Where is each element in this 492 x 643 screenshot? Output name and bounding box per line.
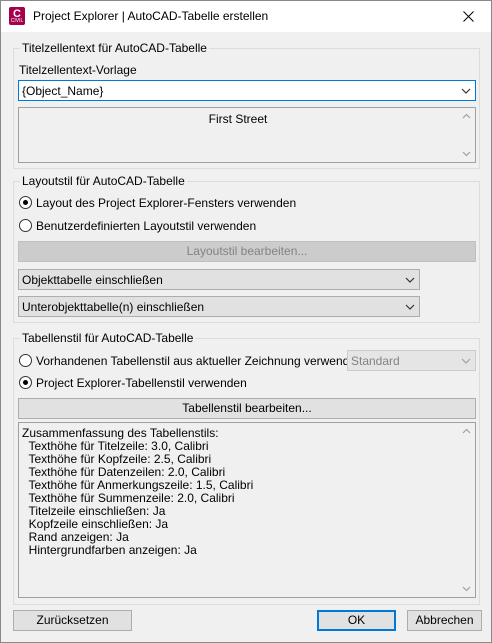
subobject-table-dropdown[interactable]: Unterobjekttabelle(n) einschließen xyxy=(18,296,420,317)
chevron-down-icon[interactable] xyxy=(405,275,415,285)
object-table-dropdown[interactable]: Objekttabelle einschließen xyxy=(18,269,420,290)
summary-line: Hintergrundfarben anzeigen: Ja xyxy=(22,543,197,557)
radio-project-explorer-layout[interactable] xyxy=(19,196,32,209)
title-preview-text: First Street xyxy=(208,112,268,126)
summary-line: Kopfzeile einschließen: Ja xyxy=(22,517,169,531)
ok-button[interactable]: OK xyxy=(317,610,396,631)
scroll-up-icon[interactable] xyxy=(462,427,471,436)
civil3d-app-icon: C CIVIL xyxy=(9,7,25,25)
radio-custom-layout-label[interactable]: Benutzerdefinierten Layoutstil verwenden xyxy=(36,219,256,233)
radio-existing-table-style[interactable] xyxy=(19,354,32,367)
template-label: Titelzellentext-Vorlage xyxy=(19,63,137,77)
summary-line: Zusammenfassung des Tabellenstils: xyxy=(22,426,219,440)
summary-line: Texthöhe für Anmerkungszeile: 1.5, Calib… xyxy=(22,478,254,492)
template-value: {Object_Name} xyxy=(22,84,104,98)
chevron-down-icon[interactable] xyxy=(461,86,471,96)
title-bar: C CIVIL Project Explorer | AutoCAD-Tabell… xyxy=(1,1,491,32)
chevron-down-icon[interactable] xyxy=(461,356,471,366)
scroll-up-icon[interactable] xyxy=(462,112,471,121)
chevron-down-icon[interactable] xyxy=(405,302,415,312)
close-icon xyxy=(462,11,474,23)
summary-line: Texthöhe für Kopfzeile: 2.5, Calibri xyxy=(22,452,212,466)
layout-style-legend: Layoutstil für AutoCAD-Tabelle xyxy=(20,174,187,188)
radio-existing-table-style-label[interactable]: Vorhandenen Tabellenstil aus aktueller Z… xyxy=(36,354,366,368)
dialog-window: C CIVIL Project Explorer | AutoCAD-Tabell… xyxy=(0,0,492,643)
scroll-down-icon[interactable] xyxy=(462,584,471,593)
template-combobox[interactable]: {Object_Name} xyxy=(18,80,476,101)
app-icon-subtext: CIVIL xyxy=(10,18,24,24)
object-table-value: Objekttabelle einschließen xyxy=(22,273,163,287)
edit-table-style-button[interactable]: Tabellenstil bearbeiten... xyxy=(18,398,476,419)
scroll-down-icon[interactable] xyxy=(462,149,471,158)
window-title: Project Explorer | AutoCAD-Tabelle erste… xyxy=(33,9,269,23)
existing-table-style-dropdown[interactable]: Standard xyxy=(347,350,476,371)
cancel-button[interactable]: Abbrechen xyxy=(407,610,482,631)
reset-button[interactable]: Zurücksetzen xyxy=(13,610,132,631)
radio-project-explorer-layout-label[interactable]: Layout des Project Explorer-Fensters ver… xyxy=(36,196,296,210)
summary-line: Titelzeile einschließen: Ja xyxy=(22,504,166,518)
title-cell-legend: Titelzellentext für AutoCAD-Tabelle xyxy=(20,41,209,55)
summary-scrollbar[interactable] xyxy=(458,423,475,597)
summary-line: Texthöhe für Datenzeilen: 2.0, Calibri xyxy=(22,465,226,479)
preview-scrollbar[interactable] xyxy=(458,108,475,162)
title-preview-box: First Street xyxy=(18,107,476,163)
summary-line: Texthöhe für Summenzeile: 2.0, Calibri xyxy=(22,491,235,505)
radio-custom-layout[interactable] xyxy=(19,219,32,232)
table-style-legend: Tabellenstil für AutoCAD-Tabelle xyxy=(20,331,196,345)
summary-line: Rand anzeigen: Ja xyxy=(22,530,129,544)
summary-line: Texthöhe für Titelzeile: 3.0, Calibri xyxy=(22,439,209,453)
radio-project-explorer-table-style-label[interactable]: Project Explorer-Tabellenstil verwenden xyxy=(36,376,247,390)
radio-project-explorer-table-style[interactable] xyxy=(19,376,32,389)
edit-layout-style-button[interactable]: Layoutstil bearbeiten... xyxy=(18,241,476,262)
close-button[interactable] xyxy=(445,1,491,32)
table-style-summary: Zusammenfassung des Tabellenstils: Texth… xyxy=(18,422,476,598)
subobject-table-value: Unterobjekttabelle(n) einschließen xyxy=(22,300,205,314)
existing-table-style-value: Standard xyxy=(351,354,400,368)
